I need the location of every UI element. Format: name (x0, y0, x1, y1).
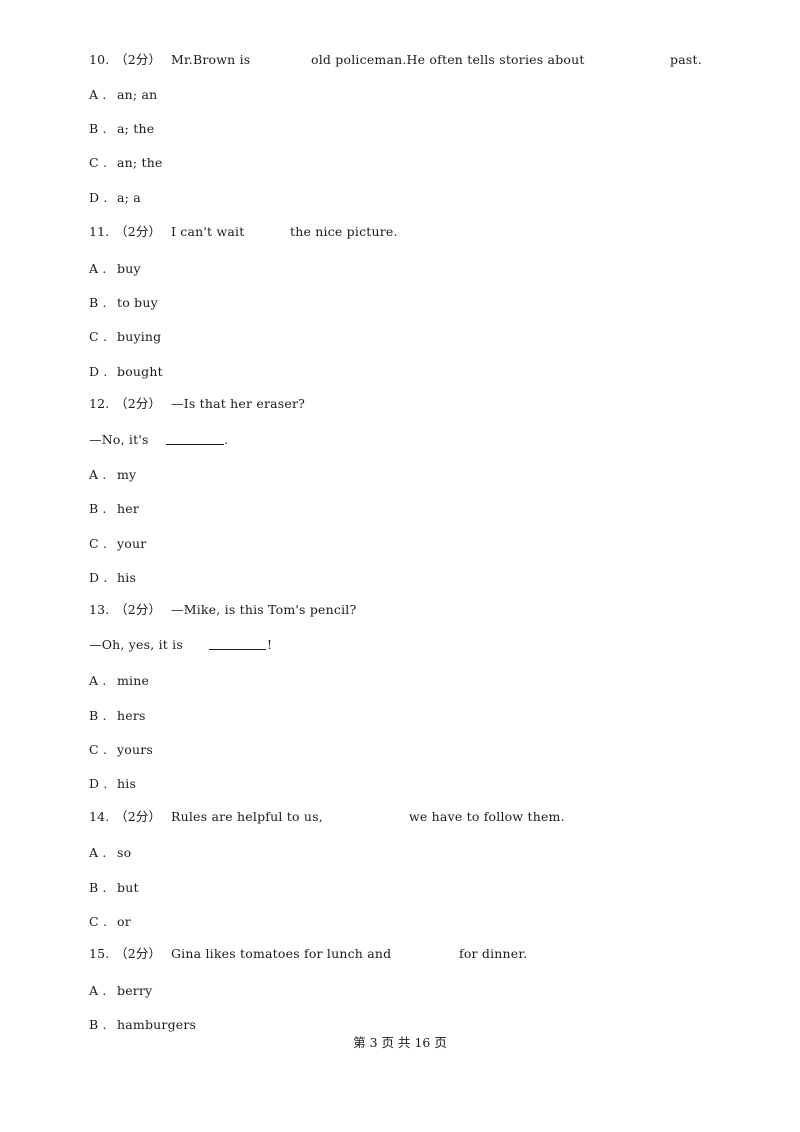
option-text: an; an (117, 87, 158, 102)
stem-part: the nice picture. (290, 224, 398, 239)
option-letter: A . (89, 673, 107, 688)
option-text: buying (117, 329, 162, 344)
option-text: my (117, 467, 137, 482)
option-letter: A . (89, 467, 107, 482)
question-score: （2分） (115, 396, 162, 411)
option-letter: D . (89, 364, 108, 379)
option-text: yours (117, 742, 154, 757)
option-letter: A . (89, 261, 107, 276)
question-score: （2分） (115, 602, 162, 617)
stem-text: —Is that her eraser? (171, 396, 306, 411)
stem-part: old policeman.He often tells stories abo… (311, 52, 585, 67)
option-letter: B . (89, 121, 107, 136)
option-text: mine (117, 673, 150, 688)
answer-blank (209, 637, 266, 650)
option-letter: B . (89, 708, 107, 723)
answer-suffix: ! (267, 637, 273, 652)
option-text: bought (117, 364, 163, 379)
option-letter: C . (89, 742, 108, 757)
question-number: 15. (89, 946, 110, 961)
option-text: hamburgers (117, 1017, 197, 1032)
option-letter: A . (89, 87, 107, 102)
stem-part: Rules are helpful to us, (171, 809, 323, 824)
question-number: 14. (89, 809, 110, 824)
option-text: a; a (117, 190, 141, 205)
stem-part: for dinner. (459, 946, 528, 961)
answer-suffix: . (224, 432, 229, 447)
page-number-footer: 第 3 页 共 16 页 (353, 1035, 447, 1050)
option-letter: B . (89, 1017, 107, 1032)
question-score: （2分） (115, 809, 162, 824)
option-letter: D . (89, 776, 108, 791)
option-letter: C . (89, 914, 108, 929)
option-text: his (117, 776, 137, 791)
answer-line: —Oh, yes, it is ! (89, 637, 272, 701)
question-number: 11. (89, 224, 110, 239)
question-score: （2分） (115, 52, 162, 67)
option-text: but (117, 880, 139, 895)
option-letter: C . (89, 155, 108, 170)
option-text: his (117, 570, 137, 585)
option-letter: D . (89, 190, 108, 205)
option-text: berry (117, 983, 153, 998)
option-letter: A . (89, 845, 107, 860)
answer-prefix: —Oh, yes, it is (89, 637, 188, 652)
option-text: a; the (117, 121, 155, 136)
option-letter: D . (89, 570, 108, 585)
option-letter: B . (89, 501, 107, 516)
option-letter: B . (89, 295, 107, 310)
stem-part: Mr.Brown is (171, 52, 251, 67)
question-score: （2分） (115, 224, 162, 239)
stem-part: I can't wait (171, 224, 245, 239)
option-text: her (117, 501, 140, 516)
option-text: or (117, 914, 131, 929)
question-score: （2分） (115, 946, 162, 961)
option-text: so (117, 845, 132, 860)
stem-part: we have to follow them. (409, 809, 565, 824)
option-letter: C . (89, 536, 108, 551)
stem-text: —Mike, is this Tom's pencil? (171, 602, 357, 617)
answer-line: —No, it's . (89, 432, 228, 496)
option-letter: C . (89, 329, 108, 344)
answer-prefix: —No, it's (89, 432, 153, 447)
option-text: buy (117, 261, 141, 276)
answer-blank (166, 432, 224, 445)
option-text: to buy (117, 295, 158, 310)
question-number: 13. (89, 602, 110, 617)
stem-part: Gina likes tomatoes for lunch and (171, 946, 392, 961)
stem-part: past. (670, 52, 702, 67)
option-text: hers (117, 708, 146, 723)
option-letter: B . (89, 880, 107, 895)
option-text: your (117, 536, 147, 551)
option-text: an; the (117, 155, 163, 170)
question-number: 12. (89, 396, 110, 411)
question-number: 10. (89, 52, 110, 67)
option-letter: A . (89, 983, 107, 998)
